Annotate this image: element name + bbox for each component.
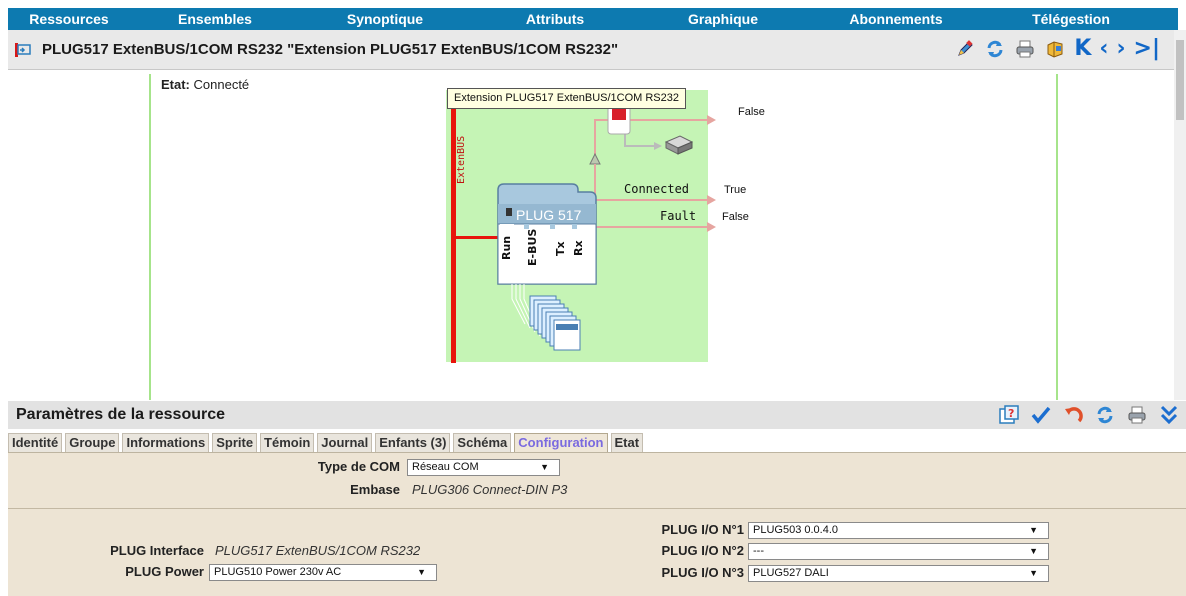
signal-connected-value: True (724, 184, 747, 196)
io3-select[interactable]: PLUG527 DALI ▼ (748, 565, 1049, 582)
tab-sprite[interactable]: Sprite (212, 433, 258, 452)
bus-link (456, 236, 498, 239)
bus-label: ExtenBUS (456, 136, 467, 184)
nav-attributs[interactable]: Attributs (470, 11, 640, 27)
collapse-icon[interactable] (1158, 404, 1180, 426)
status-value: Connecté (193, 77, 250, 92)
interface-value: PLUG517 ExtenBUS/1COM RS232 (215, 543, 421, 558)
type-com-label: Type de COM (317, 459, 400, 474)
tab-informations[interactable]: Informations (122, 433, 210, 452)
last-icon[interactable]: >| (1134, 38, 1160, 60)
params-refresh-icon[interactable] (1094, 404, 1116, 426)
status-line: Etat: Connecté (161, 77, 249, 92)
tab-etat[interactable]: Etat (610, 433, 644, 452)
tab-journal[interactable]: Journal (317, 433, 373, 452)
tab-configuration[interactable]: Configuration (514, 433, 608, 452)
undo-icon[interactable] (1062, 404, 1084, 426)
io2-label: PLUG I/O N°2 (661, 543, 745, 558)
top-nav: Ressources Ensembles Synoptique Attribut… (8, 8, 1178, 30)
chevron-down-icon: ▼ (540, 462, 549, 472)
params-header: Paramètres de la ressource ? (8, 401, 1186, 429)
resource-icon (14, 42, 32, 58)
nav-graphique[interactable]: Graphique (640, 11, 806, 27)
prev-icon[interactable]: ‹ (1099, 38, 1108, 60)
power-select[interactable]: PLUG510 Power 230v AC ▼ (209, 564, 437, 581)
nav-synoptique[interactable]: Synoptique (300, 11, 470, 27)
port-ebus: E-BUS (526, 229, 539, 266)
nav-ensembles[interactable]: Ensembles (130, 11, 300, 27)
title-toolbar: K ‹ › >| (954, 38, 1160, 60)
chevron-down-icon: ▼ (1029, 525, 1038, 535)
nav-telegestion[interactable]: Télégestion (986, 11, 1156, 27)
type-com-value: Réseau COM (412, 461, 479, 473)
port-run: Run (500, 236, 513, 260)
params-print-icon[interactable] (1126, 404, 1148, 426)
io2-select[interactable]: --- ▼ (748, 543, 1049, 560)
top-signal-value: False (738, 106, 765, 118)
device-name: PLUG 517 (516, 207, 582, 223)
io1-value: PLUG503 0.0.4.0 (753, 524, 839, 536)
print-icon[interactable] (1014, 38, 1036, 60)
edit-icon[interactable] (954, 38, 976, 60)
validate-icon[interactable] (1030, 404, 1052, 426)
embase-label: Embase (350, 482, 400, 497)
io1-select[interactable]: PLUG503 0.0.4.0 ▼ (748, 522, 1049, 539)
port-rx: Rx (572, 240, 585, 256)
tab-schema[interactable]: Schéma (453, 433, 512, 452)
title-bar: PLUG517 ExtenBUS/1COM RS232 "Extension P… (8, 30, 1178, 70)
io2-value: --- (753, 545, 764, 557)
tab-temoin[interactable]: Témoin (260, 433, 315, 452)
chevron-down-icon: ▼ (417, 567, 426, 577)
tab-identite[interactable]: Identité (8, 433, 63, 452)
first-icon[interactable]: K (1074, 38, 1091, 60)
status-label: Etat: (161, 77, 190, 92)
power-value: PLUG510 Power 230v AC (214, 566, 342, 578)
scrollbar-thumb[interactable] (1176, 40, 1184, 120)
tab-groupe[interactable]: Groupe (65, 433, 120, 452)
signal-connected-label: Connected (624, 182, 690, 196)
params-toolbar: ? (998, 404, 1180, 426)
interface-label: PLUG Interface (110, 543, 204, 558)
next-icon[interactable]: › (1116, 38, 1125, 60)
embase-value: PLUG306 Connect-DIN P3 (412, 482, 568, 497)
nav-abonnements[interactable]: Abonnements (806, 11, 986, 27)
io3-label: PLUG I/O N°3 (661, 565, 745, 580)
chevron-down-icon: ▼ (1029, 568, 1038, 578)
page-title: PLUG517 ExtenBUS/1COM RS232 "Extension P… (42, 41, 619, 58)
io3-value: PLUG527 DALI (753, 567, 829, 579)
form-divider (8, 508, 1186, 509)
signal-fault-label: Fault (660, 209, 697, 223)
gateway-icon (664, 135, 694, 155)
io1-label: PLUG I/O N°1 (661, 522, 745, 537)
child-modules-icon (529, 295, 581, 351)
params-title: Paramètres de la ressource (16, 406, 226, 423)
signal-fault-value: False (722, 211, 749, 223)
device-tooltip: Extension PLUG517 ExtenBUS/1COM RS232 (447, 88, 687, 109)
refresh-icon[interactable] (984, 38, 1006, 60)
help-icon[interactable]: ? (998, 404, 1020, 426)
power-label: PLUG Power (125, 564, 204, 579)
tab-enfants[interactable]: Enfants (3) (375, 433, 451, 452)
device-diagram: ExtenBUS PLUG 517 Run E-BUS Tx Rx (451, 103, 716, 363)
params-tabs: Identité Groupe Informations Sprite Témo… (8, 433, 1186, 453)
type-com-select[interactable]: Réseau COM ▼ (407, 459, 560, 476)
port-tx: Tx (554, 241, 567, 256)
divider-left (149, 74, 151, 400)
nav-ressources[interactable]: Ressources (8, 11, 130, 27)
configuration-panel: Type de COM Réseau COM ▼ Embase PLUG306 … (8, 453, 1186, 596)
svg-text:?: ? (1008, 407, 1014, 420)
chevron-down-icon: ▼ (1029, 546, 1038, 556)
divider-right (1056, 74, 1058, 400)
scrollbar[interactable] (1174, 30, 1186, 400)
export-icon[interactable] (1044, 38, 1066, 60)
